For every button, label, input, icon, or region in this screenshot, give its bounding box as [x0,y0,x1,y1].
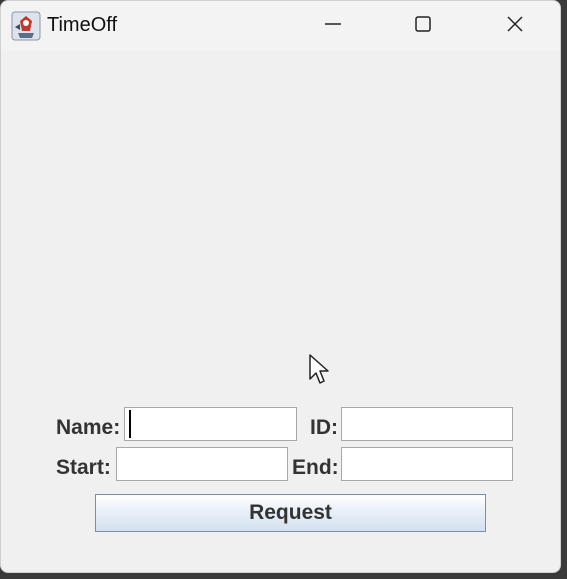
name-label: Name: [56,416,121,439]
start-field[interactable] [116,447,288,481]
window-title: TimeOff [47,14,118,36]
name-field[interactable] [124,407,297,441]
maximize-button[interactable] [400,1,446,51]
text-caret [129,410,131,438]
content-panel: Name: ID: Start: End: Request [1,51,560,572]
end-field[interactable] [341,447,513,481]
id-label: ID: [310,416,338,439]
close-icon [506,15,524,38]
timeoff-window: TimeOff Name: ID: Start: End: Request [0,0,561,573]
start-label: Start: [56,456,111,479]
minimize-button[interactable] [310,1,356,51]
request-button[interactable]: Request [95,494,486,532]
end-label: End: [292,456,339,479]
minimize-icon [324,15,342,38]
close-button[interactable] [492,1,538,51]
id-field[interactable] [341,407,513,441]
title-bar[interactable]: TimeOff [1,1,560,51]
mouse-pointer-icon [308,353,332,387]
java-cup-icon[interactable] [11,11,41,41]
maximize-icon [414,15,432,38]
